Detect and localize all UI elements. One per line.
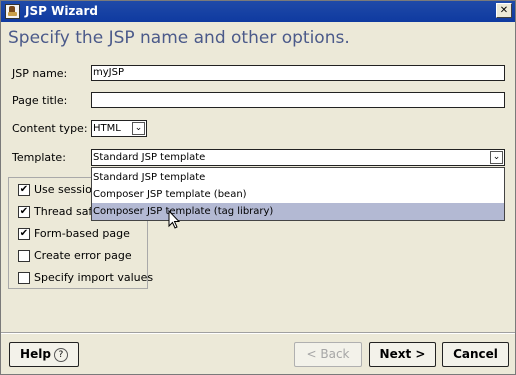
checkbox[interactable]: ✔ <box>18 184 30 196</box>
checkbox-label: Use session <box>34 183 99 196</box>
jsp-wizard-dialog: JSP Wizard ✕ Specify the JSP name and ot… <box>0 0 516 375</box>
page-title-input[interactable] <box>91 92 505 108</box>
next-button[interactable]: Next > <box>369 342 436 367</box>
coffee-cup-icon <box>5 4 20 19</box>
checkbox[interactable]: ✔ <box>18 206 30 218</box>
checkbox[interactable] <box>18 272 30 284</box>
title-bar[interactable]: JSP Wizard ✕ <box>1 1 515 22</box>
content-type-value: HTML <box>93 123 121 134</box>
dropdown-item-composer-bean[interactable]: Composer JSP template (bean) <box>92 186 504 203</box>
dropdown-item-standard[interactable]: Standard JSP template <box>92 169 504 186</box>
chevron-down-icon[interactable]: ⌄ <box>490 151 503 164</box>
checkbox-label: Create error page <box>34 249 132 262</box>
cancel-button[interactable]: Cancel <box>442 342 509 367</box>
chevron-down-icon[interactable]: ⌄ <box>132 122 145 135</box>
checkbox[interactable] <box>18 250 30 262</box>
checkbox-label: Specify import values <box>34 271 154 284</box>
template-value: Standard JSP template <box>93 152 206 163</box>
page-heading: Specify the JSP name and other options. <box>8 28 350 48</box>
help-button[interactable]: Help? <box>9 342 79 367</box>
close-icon[interactable]: ✕ <box>496 3 512 18</box>
divider <box>1 332 515 334</box>
window-title: JSP Wizard <box>25 4 99 18</box>
checkbox-label: Thread safe <box>34 205 100 218</box>
jsp-name-label: JSP name: <box>12 67 68 80</box>
jsp-name-input[interactable]: myJSP <box>91 65 505 81</box>
mouse-pointer-icon <box>168 210 180 229</box>
content-type-label: Content type: <box>12 122 88 135</box>
page-title-label: Page title: <box>12 94 68 107</box>
help-button-label: Help <box>20 347 51 361</box>
back-button[interactable]: < Back <box>294 342 362 367</box>
dropdown-item-composer-tag-library[interactable]: Composer JSP template (tag library) <box>92 203 504 220</box>
content-type-select[interactable]: HTML ⌄ <box>91 120 147 137</box>
question-mark-icon: ? <box>53 347 68 362</box>
template-dropdown-list: Standard JSP template Composer JSP templ… <box>91 167 505 221</box>
template-select[interactable]: Standard JSP template ⌄ <box>91 149 505 166</box>
checkbox[interactable]: ✔ <box>18 228 30 240</box>
checkbox-label: Form-based page <box>34 227 130 240</box>
template-label: Template: <box>12 151 66 164</box>
